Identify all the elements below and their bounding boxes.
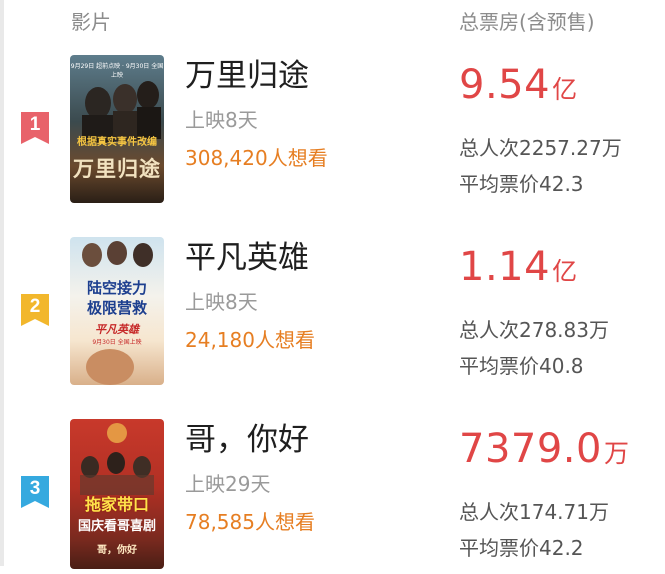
movie-title-1[interactable]: 万里归途 [185,50,309,95]
box-office-unit-2: 亿 [552,257,578,286]
poster-3-line1: 拖家带口 [84,495,149,514]
rank-badge-1: 1 [21,112,49,144]
poster-3-line2: 国庆看哥喜剧 [77,519,156,534]
poster-3[interactable]: 拖家带口 国庆看哥喜剧 哥，你好 [70,419,164,569]
rank-number-1: 1 [29,114,41,135]
total-viewers-2: 总人次278.83万 [459,318,609,342]
box-office-total-1: 9.54亿 [459,62,577,108]
box-office-total-3: 7379.0万 [459,426,629,472]
poster-1-subtitle: 根据真实事件改编 [77,137,157,148]
poster-1[interactable]: 9月29日 超前点映 · 9月30日 全国上映 根据真实事件改编 万里归途 [70,55,164,203]
release-days-3: 上映29天 [185,472,271,496]
total-viewers-1: 总人次2257.27万 [459,136,622,160]
poster-3-logo: 哥，你好 [97,545,137,556]
avg-price-1: 平均票价42.3 [459,172,584,196]
movie-title-2[interactable]: 平凡英雄 [185,232,309,277]
want-to-see-2: 24,180人想看 [185,328,315,352]
release-days-1: 上映8天 [185,108,258,132]
movie-row-1[interactable]: 1 9月29日 超前点映 · 9月30日 全国上映 根据真实事件改编 万里归途 … [0,50,665,210]
avg-price-3: 平均票价42.2 [459,536,584,560]
movie-row-2[interactable]: 2 陆空接力 极限营救 平凡英雄 9月30日 全国上映 平凡英雄 上映8天 24… [0,232,665,392]
total-viewers-3: 总人次174.71万 [459,500,609,524]
box-office-unit-1: 亿 [552,75,578,104]
want-to-see-3: 78,585人想看 [185,510,315,534]
release-days-2: 上映8天 [185,290,258,314]
poster-2-date: 9月30日 全国上映 [92,339,142,346]
box-office-unit-3: 万 [603,439,629,468]
rank-badge-3: 3 [21,476,49,508]
poster-1-logo: 万里归途 [73,157,161,181]
poster-1-release-text: 9月29日 超前点映 · 9月30日 全国上映 [70,63,164,79]
movie-row-3[interactable]: 3 拖家带口 国庆看哥喜剧 哥，你好 哥，你好 上映29天 78,585人想看 … [0,414,665,574]
box-office-value-2: 1.14 [459,244,551,290]
poster-2-line2: 极限营救 [86,299,147,317]
poster-2-logo: 平凡英雄 [95,323,139,336]
poster-2-line1: 陆空接力 [86,279,147,297]
column-header-movie: 影片 [71,10,111,34]
column-header-box-office: 总票房(含预售) [459,10,595,34]
box-office-value-3: 7379.0 [459,426,602,472]
want-to-see-1: 308,420人想看 [185,146,328,170]
box-office-value-1: 9.54 [459,62,551,108]
movie-title-3[interactable]: 哥，你好 [185,414,309,459]
poster-2[interactable]: 陆空接力 极限营救 平凡英雄 9月30日 全国上映 [70,237,164,385]
rank-badge-2: 2 [21,294,49,326]
list-header: 影片 总票房(含预售) [0,0,665,40]
avg-price-2: 平均票价40.8 [459,354,584,378]
rank-number-2: 2 [29,296,41,317]
box-office-total-2: 1.14亿 [459,244,577,290]
rank-number-3: 3 [29,478,41,499]
